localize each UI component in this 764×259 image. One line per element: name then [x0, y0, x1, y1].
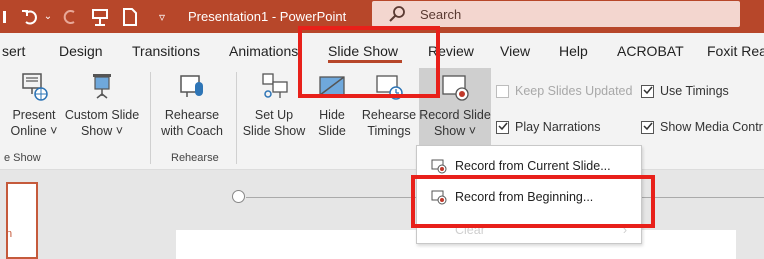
set-up-line1: Set Up — [254, 108, 294, 122]
rehearse-with-coach-icon — [180, 75, 203, 97]
group-divider — [150, 72, 151, 164]
slide-thumbnail[interactable] — [6, 182, 38, 259]
tab-transitions[interactable]: Transitions — [132, 33, 200, 68]
group-label-rehearse: Rehearse — [171, 152, 219, 164]
check-icon — [498, 122, 508, 130]
set-up-slide-show-icon — [262, 73, 288, 98]
touch-mode-icon[interactable] — [88, 0, 112, 33]
keep-slides-updated-label: Keep Slides Updated — [515, 84, 633, 98]
keep-slides-updated-checkbox[interactable]: Keep Slides Updated — [496, 84, 632, 98]
search-box[interactable]: Search — [372, 1, 740, 27]
group-label-start-slide-show: e Show — [4, 152, 41, 164]
tab-design[interactable]: Design — [59, 33, 103, 68]
record-from-current-slide-label: Record from Current Slide... — [455, 159, 611, 173]
use-timings-checkbox[interactable]: Use Timings — [641, 84, 729, 98]
rehearse-timings-line2: Timings — [367, 124, 411, 138]
record-icon — [431, 159, 447, 174]
checkbox-box — [496, 84, 509, 98]
redo-icon[interactable] — [58, 0, 82, 33]
tab-acrobat[interactable]: ACROBAT — [617, 33, 684, 68]
tab-foxit-reader[interactable]: Foxit Rea — [707, 33, 764, 68]
tab-view[interactable]: View — [500, 33, 530, 68]
present-online-button[interactable]: Present Online ˅ — [8, 72, 60, 139]
set-up-line2: Slide Show — [242, 124, 306, 138]
check-icon — [643, 86, 653, 94]
group-divider — [236, 72, 237, 164]
annotation-box-record-from-beginning — [411, 175, 655, 228]
checkbox-box — [641, 120, 654, 134]
hide-slide-line2: Slide — [318, 124, 346, 138]
undo-dropdown-icon[interactable]: ⌄ — [42, 0, 54, 33]
search-placeholder: Search — [420, 6, 462, 22]
annotation-box-slide-show-tab — [298, 26, 440, 98]
rehearse-with-coach-button[interactable]: Rehearse with Coach — [156, 72, 228, 139]
use-timings-label: Use Timings — [660, 84, 729, 98]
customize-qat-icon[interactable]: ▿ — [152, 0, 172, 33]
checkbox-box — [641, 84, 654, 98]
rehearse-timings-line1: Rehearse — [361, 108, 417, 122]
custom-slide-show-line1: Custom Slide — [64, 108, 140, 122]
custom-slide-show-button[interactable]: Custom Slide Show ˅ — [62, 72, 142, 139]
tab-animations[interactable]: Animations — [229, 33, 298, 68]
rehearse-with-coach-line1: Rehearse — [164, 108, 220, 122]
ruler-handle[interactable] — [232, 190, 245, 203]
present-online-line2: Online ˅ — [10, 124, 58, 138]
checkbox-box — [496, 120, 509, 134]
present-online-line1: Present — [12, 108, 56, 122]
save-icon[interactable] — [0, 0, 14, 33]
rehearse-with-coach-line2: with Coach — [161, 124, 223, 138]
record-slide-show-icon — [442, 75, 469, 101]
hide-slide-line1: Hide — [319, 108, 345, 122]
present-online-icon — [22, 73, 48, 101]
play-narrations-label: Play Narrations — [515, 120, 601, 134]
record-slide-show-line1: Record Slide — [419, 108, 491, 122]
show-media-controls-checkbox[interactable]: Show Media Contr — [641, 120, 763, 134]
show-media-controls-label: Show Media Contr — [660, 120, 763, 134]
new-icon[interactable] — [118, 0, 142, 33]
custom-slide-show-line2: Show ˅ — [80, 124, 124, 138]
undo-icon[interactable] — [18, 0, 42, 33]
play-narrations-checkbox[interactable]: Play Narrations — [496, 120, 600, 134]
slide-thumbnail-text: n — [6, 228, 13, 240]
tab-insert[interactable]: sert — [2, 33, 25, 68]
custom-slide-show-icon — [93, 74, 111, 99]
set-up-slide-show-button[interactable]: Set Up Slide Show — [242, 72, 306, 139]
record-slide-show-line2: Show ˅ — [433, 124, 477, 138]
tab-help[interactable]: Help — [559, 33, 588, 68]
check-icon — [643, 122, 653, 130]
search-icon — [389, 6, 405, 22]
